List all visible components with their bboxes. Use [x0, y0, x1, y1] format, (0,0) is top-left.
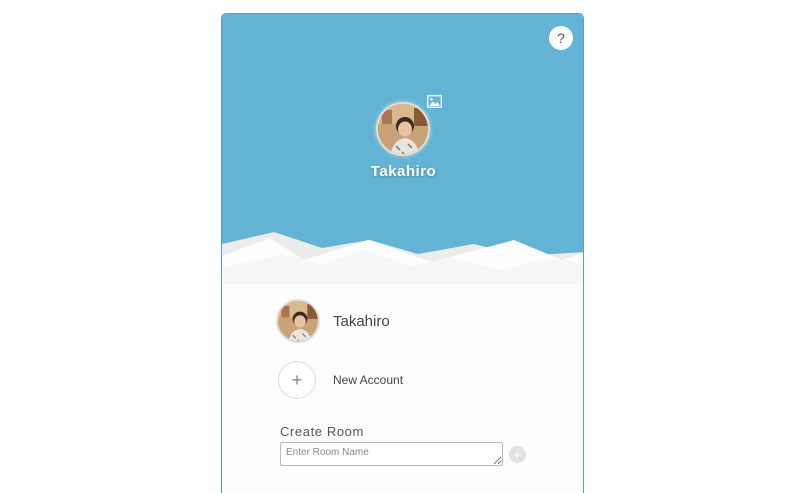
image-icon[interactable]: [427, 95, 442, 108]
new-account-label: New Account: [333, 373, 404, 387]
profile-card: ? Takahiro Takahiro + New Account Create…: [221, 13, 584, 493]
avatar-photo: [278, 301, 318, 341]
account-name: Takahiro: [333, 313, 390, 330]
question-mark-icon: ?: [557, 30, 565, 46]
profile-name: Takahiro: [370, 163, 437, 180]
create-room-label: Create Room: [280, 424, 364, 439]
profile-avatar[interactable]: [376, 102, 430, 156]
room-name-input[interactable]: [280, 442, 503, 466]
avatar: [276, 299, 320, 343]
help-button[interactable]: ?: [549, 26, 573, 50]
account-item[interactable]: Takahiro: [276, 299, 526, 345]
plus-icon: +: [513, 447, 522, 462]
new-account-button[interactable]: + New Account: [276, 361, 526, 407]
profile-header: ? Takahiro: [222, 14, 583, 284]
add-room-button[interactable]: +: [509, 446, 526, 463]
plus-icon: +: [278, 361, 316, 399]
